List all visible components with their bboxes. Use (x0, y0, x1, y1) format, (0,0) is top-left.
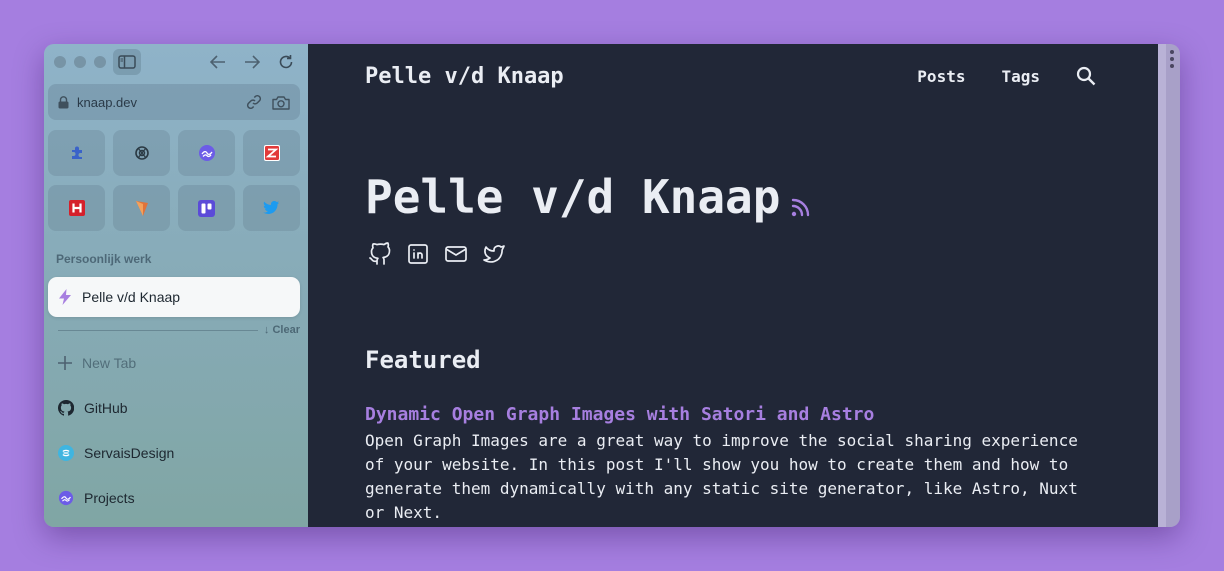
link-icon (246, 94, 262, 110)
camera-icon (272, 95, 290, 110)
sidebar-icon (118, 55, 136, 69)
twitter-link[interactable] (482, 242, 506, 266)
arrow-right-icon (245, 55, 260, 69)
tab-label: ServaisDesign (84, 445, 175, 461)
scrollbar-track[interactable] (1158, 44, 1166, 527)
minimize-window-button[interactable] (74, 56, 86, 68)
clear-tabs-button[interactable]: ↓ Clear (264, 324, 300, 336)
tab-label: GitHub (84, 400, 128, 416)
nav-tags-link[interactable]: Tags (1001, 67, 1040, 86)
nav-posts-link[interactable]: Posts (917, 67, 965, 86)
rss-feed-link[interactable] (790, 196, 812, 218)
github-icon (369, 242, 391, 265)
twitter-icon (483, 245, 505, 263)
reload-icon (279, 55, 293, 69)
today-divider: ↓ Clear (58, 323, 300, 337)
zoom-window-button[interactable] (94, 56, 106, 68)
divider-line (58, 329, 258, 331)
mail-icon (445, 246, 467, 262)
url-bar[interactable]: knaap.dev (48, 84, 300, 120)
reload-button[interactable] (276, 52, 296, 72)
space-section-label: Persoonlijk werk (56, 252, 152, 266)
favorite-tile[interactable] (178, 185, 235, 231)
screenshot-button[interactable] (272, 95, 290, 110)
rss-icon (792, 198, 810, 217)
openai-icon (134, 146, 149, 160)
favorite-tile[interactable] (113, 130, 170, 176)
forward-button[interactable] (242, 52, 262, 72)
puzzle-icon (71, 146, 82, 159)
linear-app-icon (58, 490, 74, 506)
favorite-tile[interactable] (48, 130, 105, 176)
linkedin-icon (408, 244, 428, 264)
favorite-tile[interactable] (243, 130, 300, 176)
github-icon (58, 400, 74, 416)
back-button[interactable] (208, 52, 228, 72)
tab-servaisdesign[interactable]: ServaisDesign (48, 435, 300, 471)
email-link[interactable] (444, 242, 468, 266)
search-icon (1076, 66, 1096, 86)
site-title-link[interactable]: Pelle v/d Knaap (365, 64, 564, 89)
new-tab-button[interactable]: New Tab (48, 345, 300, 381)
tab-projects[interactable]: Projects (48, 480, 300, 516)
window-controls (54, 56, 106, 68)
featured-heading: Featured (365, 346, 481, 374)
sidebar-toggle-button[interactable] (113, 49, 141, 75)
lock-icon (58, 95, 69, 108)
browser-window: knaap.dev Persoonlijk werk Pelle v/d Kna… (44, 44, 1180, 527)
twitter-icon (263, 201, 280, 215)
linkedin-link[interactable] (406, 242, 430, 266)
favorite-tile[interactable] (243, 185, 300, 231)
tab-label: Projects (84, 490, 135, 506)
social-links (368, 242, 506, 266)
arrow-left-icon (210, 55, 225, 69)
hero: Pelle v/d Knaap (365, 170, 812, 224)
featured-post-link[interactable]: Dynamic Open Graph Images with Satori an… (365, 404, 874, 425)
z-app-icon (263, 145, 280, 161)
close-window-button[interactable] (54, 56, 66, 68)
plus-icon (58, 356, 72, 370)
scrollbar[interactable] (1158, 44, 1180, 527)
tab-github[interactable]: GitHub (48, 390, 300, 426)
featured-post-description: Open Graph Images are a great way to imp… (365, 431, 1078, 522)
active-tab[interactable]: Pelle v/d Knaap (48, 277, 300, 317)
pinned-favorites (48, 130, 300, 231)
more-options-icon[interactable] (1170, 50, 1174, 68)
trello-icon (198, 199, 215, 217)
favorite-tile[interactable] (48, 185, 105, 231)
bolt-icon (59, 289, 71, 305)
copy-link-button[interactable] (246, 94, 262, 110)
search-button[interactable] (1076, 66, 1096, 86)
site-nav: Posts Tags (917, 66, 1096, 86)
linear-app-icon (198, 145, 215, 161)
url-text: knaap.dev (77, 94, 137, 110)
pin-icon (135, 201, 148, 216)
favorite-tile[interactable] (178, 130, 235, 176)
browser-sidebar: knaap.dev Persoonlijk werk Pelle v/d Kna… (44, 44, 308, 527)
favorite-tile[interactable] (113, 185, 170, 231)
servais-icon (58, 445, 74, 461)
new-tab-label: New Tab (82, 355, 137, 371)
active-tab-label: Pelle v/d Knaap (82, 289, 181, 305)
h-app-icon (68, 200, 85, 216)
web-page: Pelle v/d Knaap Posts Tags Pelle v/d Kna… (308, 44, 1158, 527)
hero-title: Pelle v/d Knaap (365, 170, 781, 224)
github-link[interactable] (368, 242, 392, 266)
